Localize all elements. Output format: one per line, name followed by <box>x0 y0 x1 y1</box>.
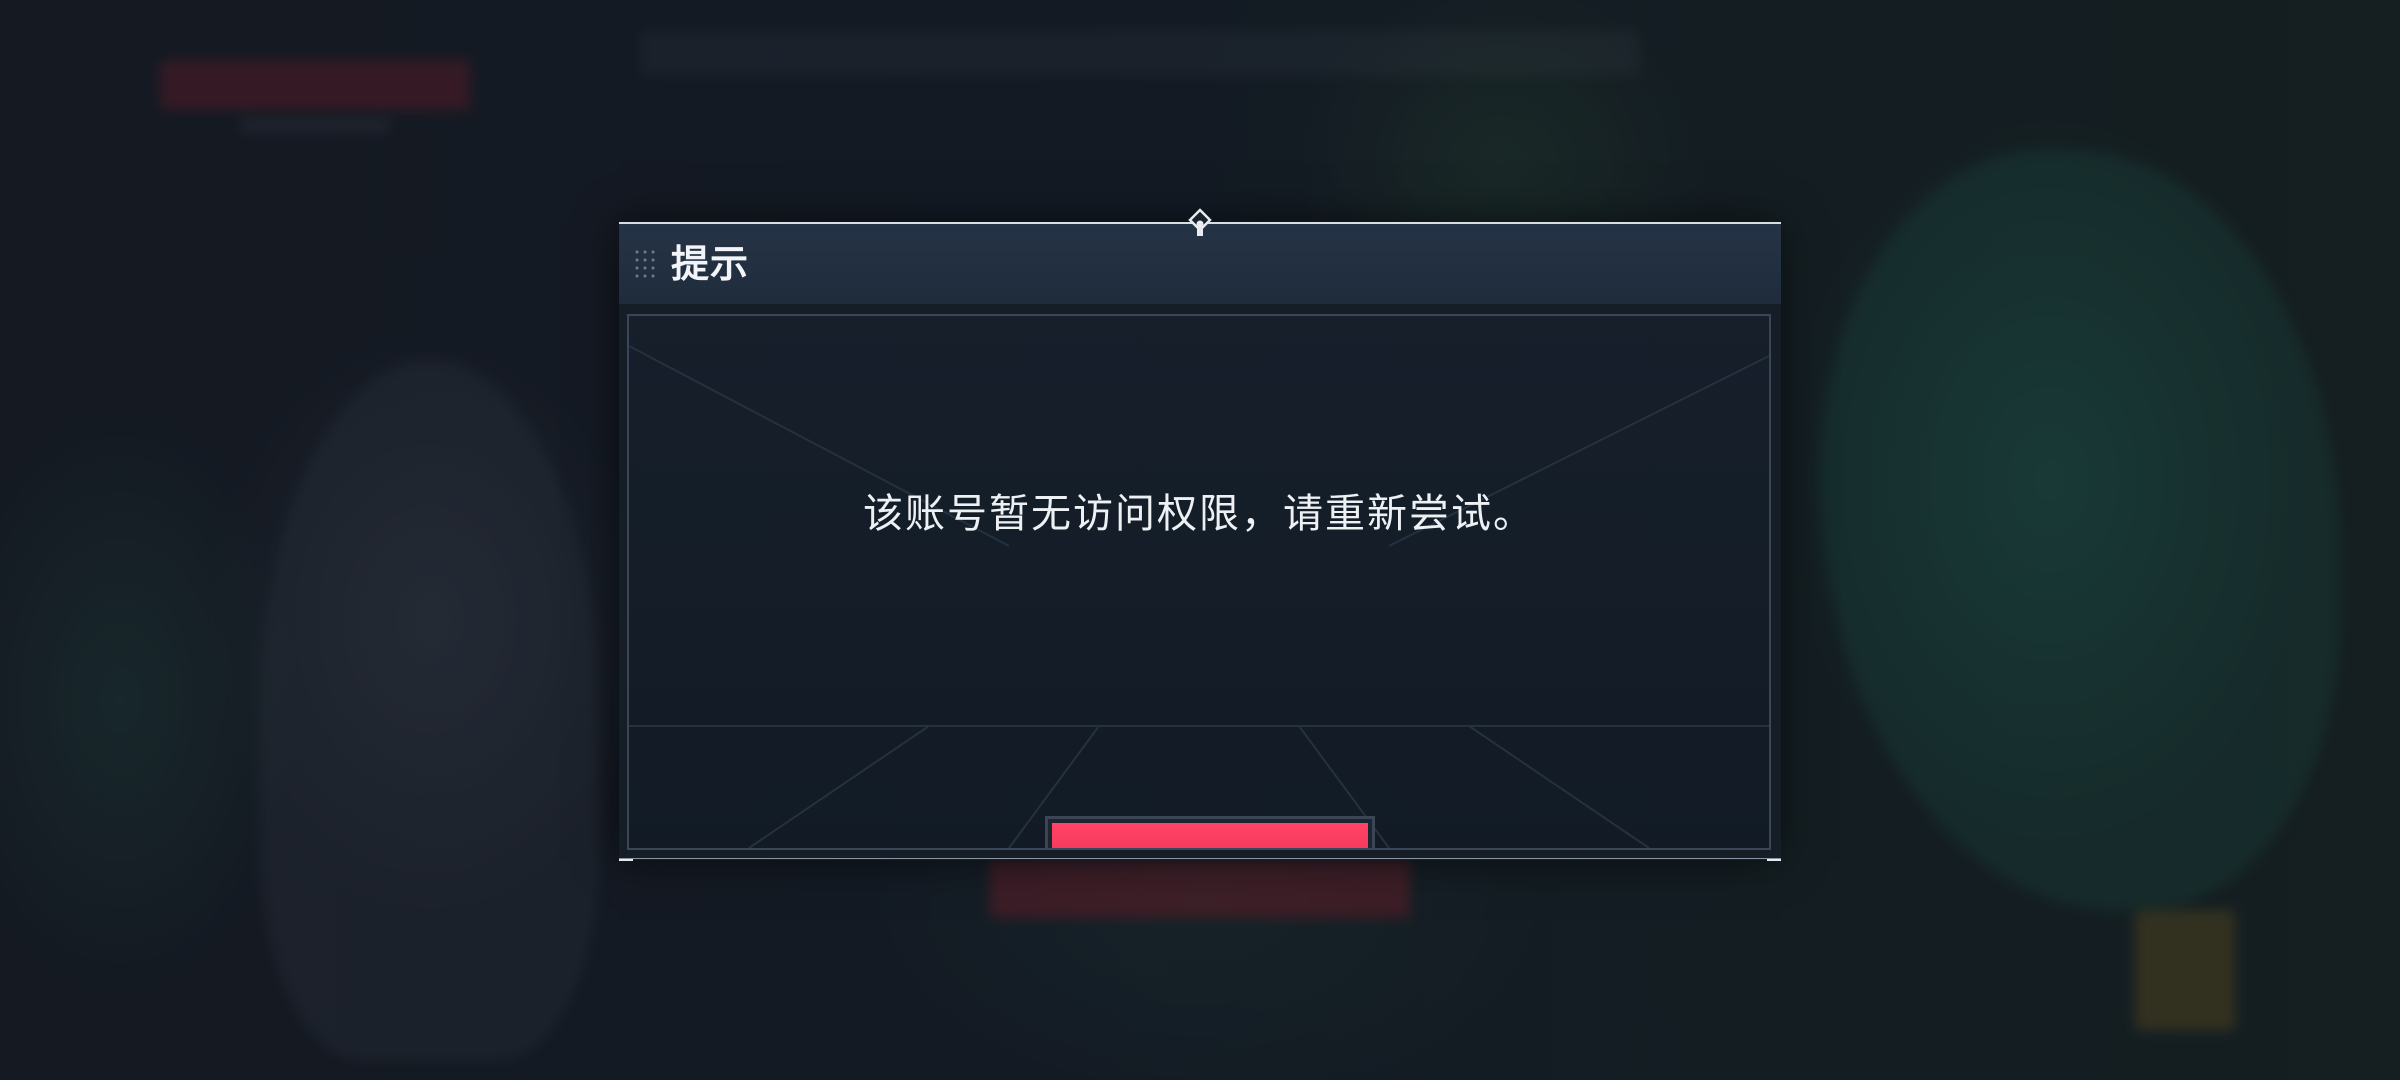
game-screen: 提示 该账号暂无访问权限，请重新尝试。 <box>0 0 2400 1080</box>
grip-dots-icon <box>633 248 657 282</box>
diamond-ornament-icon <box>1188 208 1212 236</box>
confirm-button[interactable]: 确定 <box>1045 816 1375 848</box>
dialog-bottom-border <box>619 858 1781 859</box>
alert-dialog: 提示 该账号暂无访问权限，请重新尝试。 <box>619 208 1781 861</box>
confirm-button-face: 确定 <box>1052 823 1368 848</box>
dialog-title: 提示 <box>671 242 750 286</box>
dialog-body: 该账号暂无访问权限，请重新尝试。 确定 <box>627 314 1771 850</box>
dialog-message: 该账号暂无访问权限，请重新尝试。 <box>863 491 1535 537</box>
confirm-button-label: 确定 <box>1052 823 1368 848</box>
background-pattern <box>629 345 1769 848</box>
